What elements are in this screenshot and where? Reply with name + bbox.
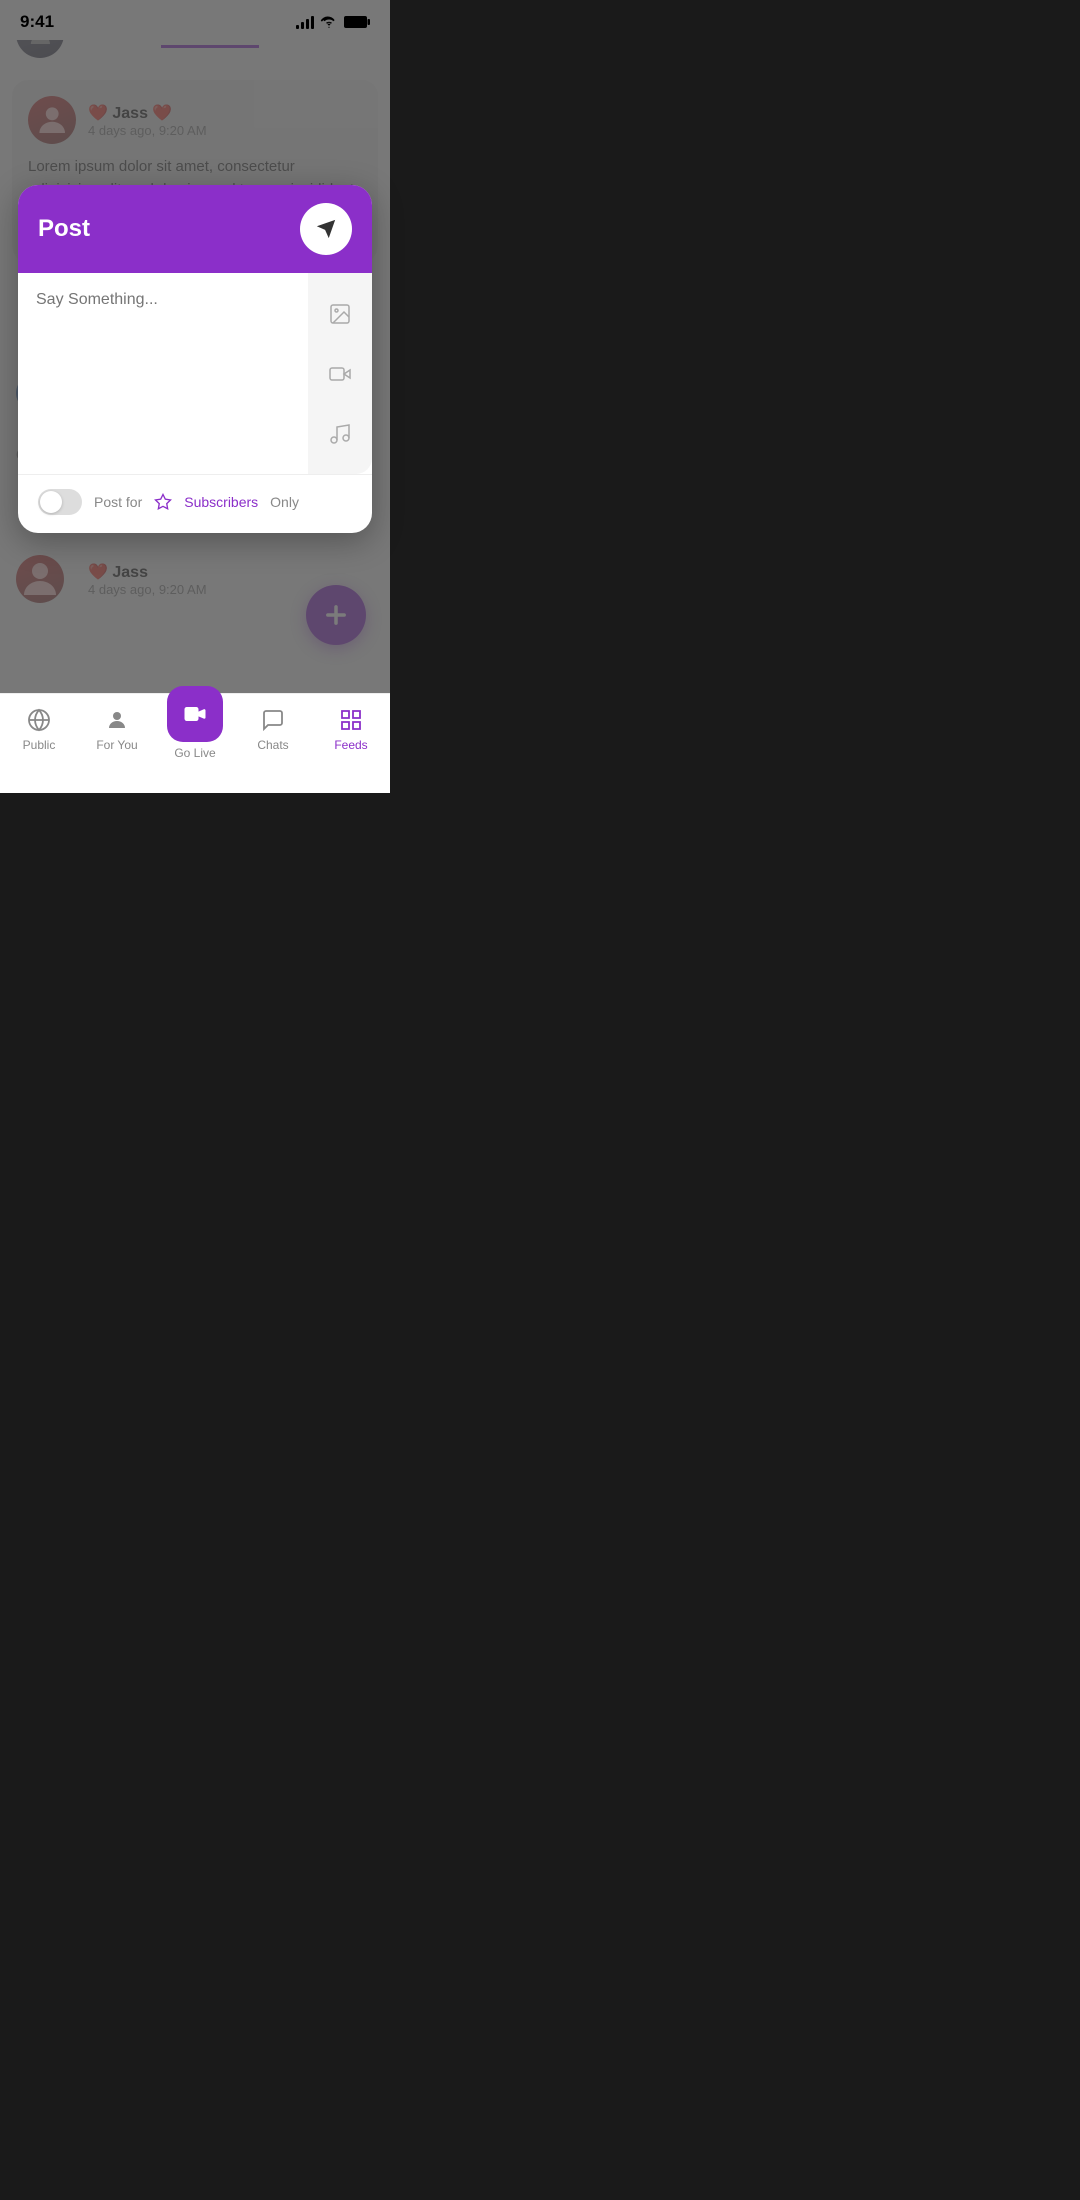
for-you-nav-label: For You (96, 738, 137, 752)
post-modal-body (18, 273, 372, 474)
add-image-button[interactable] (322, 296, 358, 332)
feeds-nav-icon (337, 706, 365, 734)
feeds-nav-label: Feeds (334, 738, 367, 752)
go-live-button[interactable] (167, 686, 223, 742)
nav-item-for-you[interactable]: For You (78, 706, 156, 752)
add-video-button[interactable] (322, 356, 358, 392)
post-modal: Post (18, 185, 372, 533)
add-music-button[interactable] (322, 416, 358, 452)
chats-nav-icon (259, 706, 287, 734)
for-you-nav-icon (103, 706, 131, 734)
post-modal-footer: Post for Subscribers Only (18, 474, 372, 533)
public-nav-label: Public (23, 738, 56, 752)
subscribers-toggle[interactable] (38, 489, 82, 515)
only-label: Only (270, 494, 299, 510)
nav-item-feeds[interactable]: Feeds (312, 706, 390, 752)
go-live-nav-label: Go Live (174, 746, 215, 760)
post-modal-title: Post (38, 215, 90, 243)
post-send-button[interactable] (300, 203, 352, 255)
post-modal-header: Post (18, 185, 372, 273)
subscribers-label[interactable]: Subscribers (184, 494, 258, 510)
chats-nav-label: Chats (257, 738, 288, 752)
post-media-sidebar (308, 273, 372, 474)
public-nav-icon (25, 706, 53, 734)
post-text-container (18, 273, 308, 474)
star-icon (154, 493, 172, 511)
post-text-input[interactable] (36, 291, 290, 451)
nav-item-public[interactable]: Public (0, 706, 78, 752)
bottom-navigation: Public For You Go Live Chats (0, 693, 390, 793)
nav-item-go-live[interactable]: Go Live (156, 706, 234, 760)
post-for-label: Post for (94, 494, 142, 510)
nav-item-chats[interactable]: Chats (234, 706, 312, 752)
